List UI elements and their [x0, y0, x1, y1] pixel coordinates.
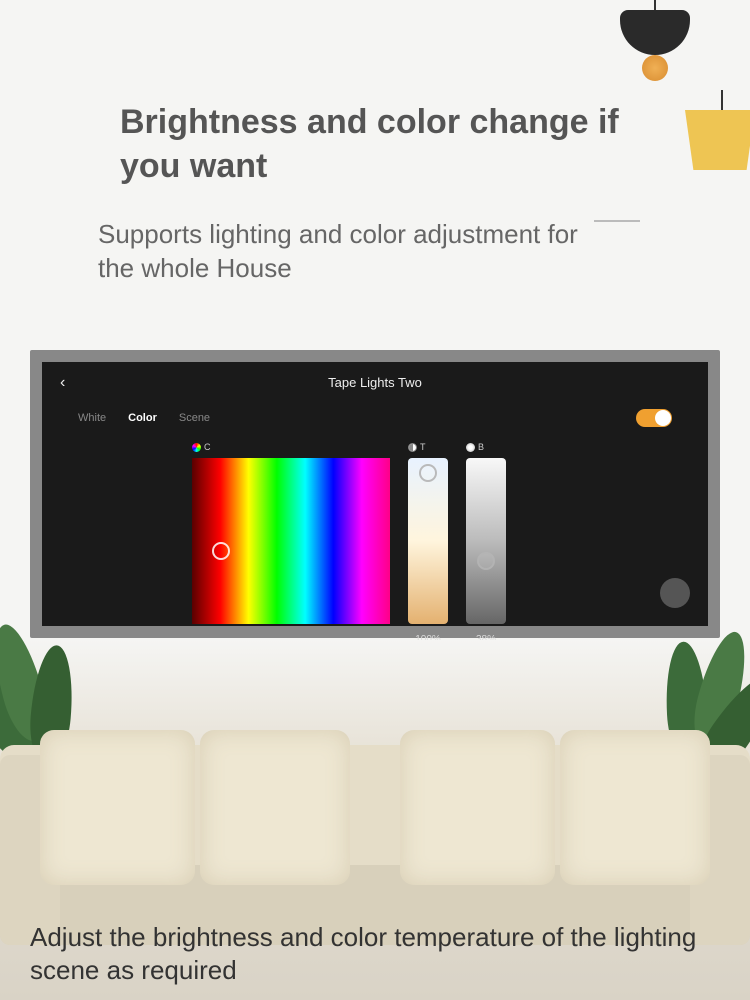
- subheadline: Supports lighting and color adjustment f…: [98, 218, 598, 286]
- brightness-label: B: [466, 442, 484, 452]
- tab-white[interactable]: White: [78, 412, 106, 424]
- back-button[interactable]: ‹: [60, 374, 65, 392]
- tab-scene[interactable]: Scene: [179, 412, 210, 424]
- bottom-caption: Adjust the brightness and color temperat…: [30, 921, 720, 986]
- color-picker[interactable]: [192, 458, 390, 624]
- color-wheel-icon: [192, 443, 201, 452]
- action-button[interactable]: [660, 578, 690, 608]
- decorative-lamps: [620, 0, 750, 200]
- power-toggle[interactable]: [636, 409, 672, 427]
- temperature-label: T: [408, 442, 426, 452]
- brightness-slider-handle[interactable]: [477, 552, 495, 570]
- color-label: C: [192, 442, 211, 452]
- temperature-slider-handle[interactable]: [419, 464, 437, 482]
- brightness-icon: [466, 443, 475, 452]
- color-picker-handle[interactable]: [212, 542, 230, 560]
- temperature-slider[interactable]: [408, 458, 448, 624]
- control-panel: ‹ Tape Lights Two White Color Scene C T …: [30, 350, 720, 638]
- background-sofa: Adjust the brightness and color temperat…: [0, 640, 750, 1000]
- divider-dash: [594, 220, 640, 222]
- headline: Brightness and color change if you want: [120, 100, 640, 188]
- panel-title: Tape Lights Two: [42, 375, 708, 390]
- tab-color[interactable]: Color: [128, 412, 157, 424]
- brightness-slider[interactable]: [466, 458, 506, 624]
- contrast-icon: [408, 443, 417, 452]
